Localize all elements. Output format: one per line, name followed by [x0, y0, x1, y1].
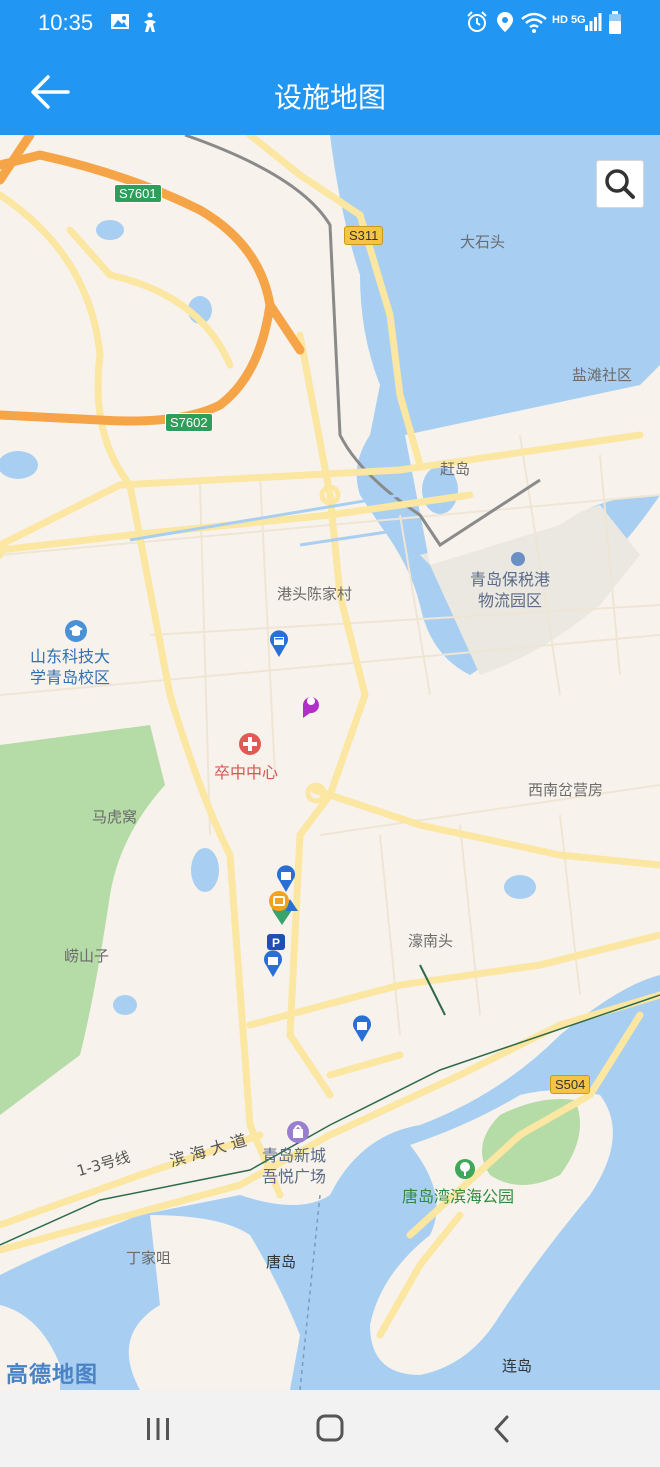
label-yantan: 盐滩社区 [572, 366, 633, 384]
label-haonan: 濠南头 [408, 932, 454, 950]
label-gangtou: 港头陈家村 [277, 585, 353, 603]
map-view[interactable]: S7601 S7602 S311 S504 大石头 盐滩社区 赶岛 青岛保税港 … [0, 135, 660, 1390]
signal-5g-icon [585, 13, 602, 31]
back-chevron-icon[interactable] [482, 1412, 522, 1446]
map-base [0, 135, 660, 1390]
university-icon [65, 620, 87, 642]
bank-marker-3[interactable] [263, 950, 283, 978]
poi-marker-purple[interactable] [298, 691, 320, 719]
road-badge-s504: S504 [550, 1075, 591, 1094]
label-liandao: 连岛 [502, 1357, 533, 1375]
label-xincheng: 青岛新城 吾悦广场 [262, 1146, 327, 1186]
bank-marker-1[interactable] [269, 630, 289, 658]
system-nav-bar [0, 1390, 660, 1467]
status-bar: 10:35 HD 5G [0, 0, 660, 48]
network-label: HD 5G [552, 14, 586, 26]
home-icon[interactable] [310, 1412, 350, 1446]
label-xinan: 西南岔营房 [528, 781, 604, 799]
label-laoshanzi: 崂山子 [64, 947, 110, 965]
cluster-marker[interactable] [262, 887, 302, 927]
shopping-icon [287, 1121, 309, 1143]
svg-text:P: P [272, 936, 280, 950]
hospital-icon [239, 733, 261, 755]
park-icon [455, 1159, 475, 1179]
battery-icon [609, 11, 621, 34]
location-icon [497, 12, 513, 32]
search-button[interactable] [596, 160, 644, 208]
amap-logo: 高德地图 [6, 1363, 99, 1388]
label-tangdao: 唐岛 [266, 1253, 297, 1271]
bank-marker-4[interactable] [352, 1015, 372, 1043]
label-zuzhong: 卒中中心 [214, 763, 279, 782]
label-tangdao-park: 唐岛湾滨海公园 [402, 1187, 515, 1206]
wifi-icon [521, 12, 547, 33]
image-icon [111, 14, 129, 29]
label-ganduo: 赶岛 [440, 460, 471, 478]
page-title: 设施地图 [273, 81, 386, 114]
label-shandong: 山东科技大 学青岛校区 [30, 647, 111, 687]
road-badge-s311: S311 [344, 226, 384, 245]
alarm-icon [467, 11, 487, 32]
label-dashitou: 大石头 [460, 233, 506, 251]
status-time: 10:35 [38, 10, 94, 35]
label-baoshui: 青岛保税港 物流园区 [470, 570, 551, 610]
app-bar: 设施地图 [0, 48, 660, 135]
search-icon [605, 169, 635, 199]
recent-apps-icon[interactable] [138, 1412, 178, 1446]
port-icon [511, 552, 525, 566]
road-badge-s7602: S7602 [165, 413, 213, 432]
accessibility-icon [144, 12, 156, 32]
label-dingjia: 丁家咀 [126, 1249, 172, 1267]
label-mahuwo: 马虎窝 [92, 808, 138, 826]
road-badge-s7601: S7601 [114, 184, 162, 203]
